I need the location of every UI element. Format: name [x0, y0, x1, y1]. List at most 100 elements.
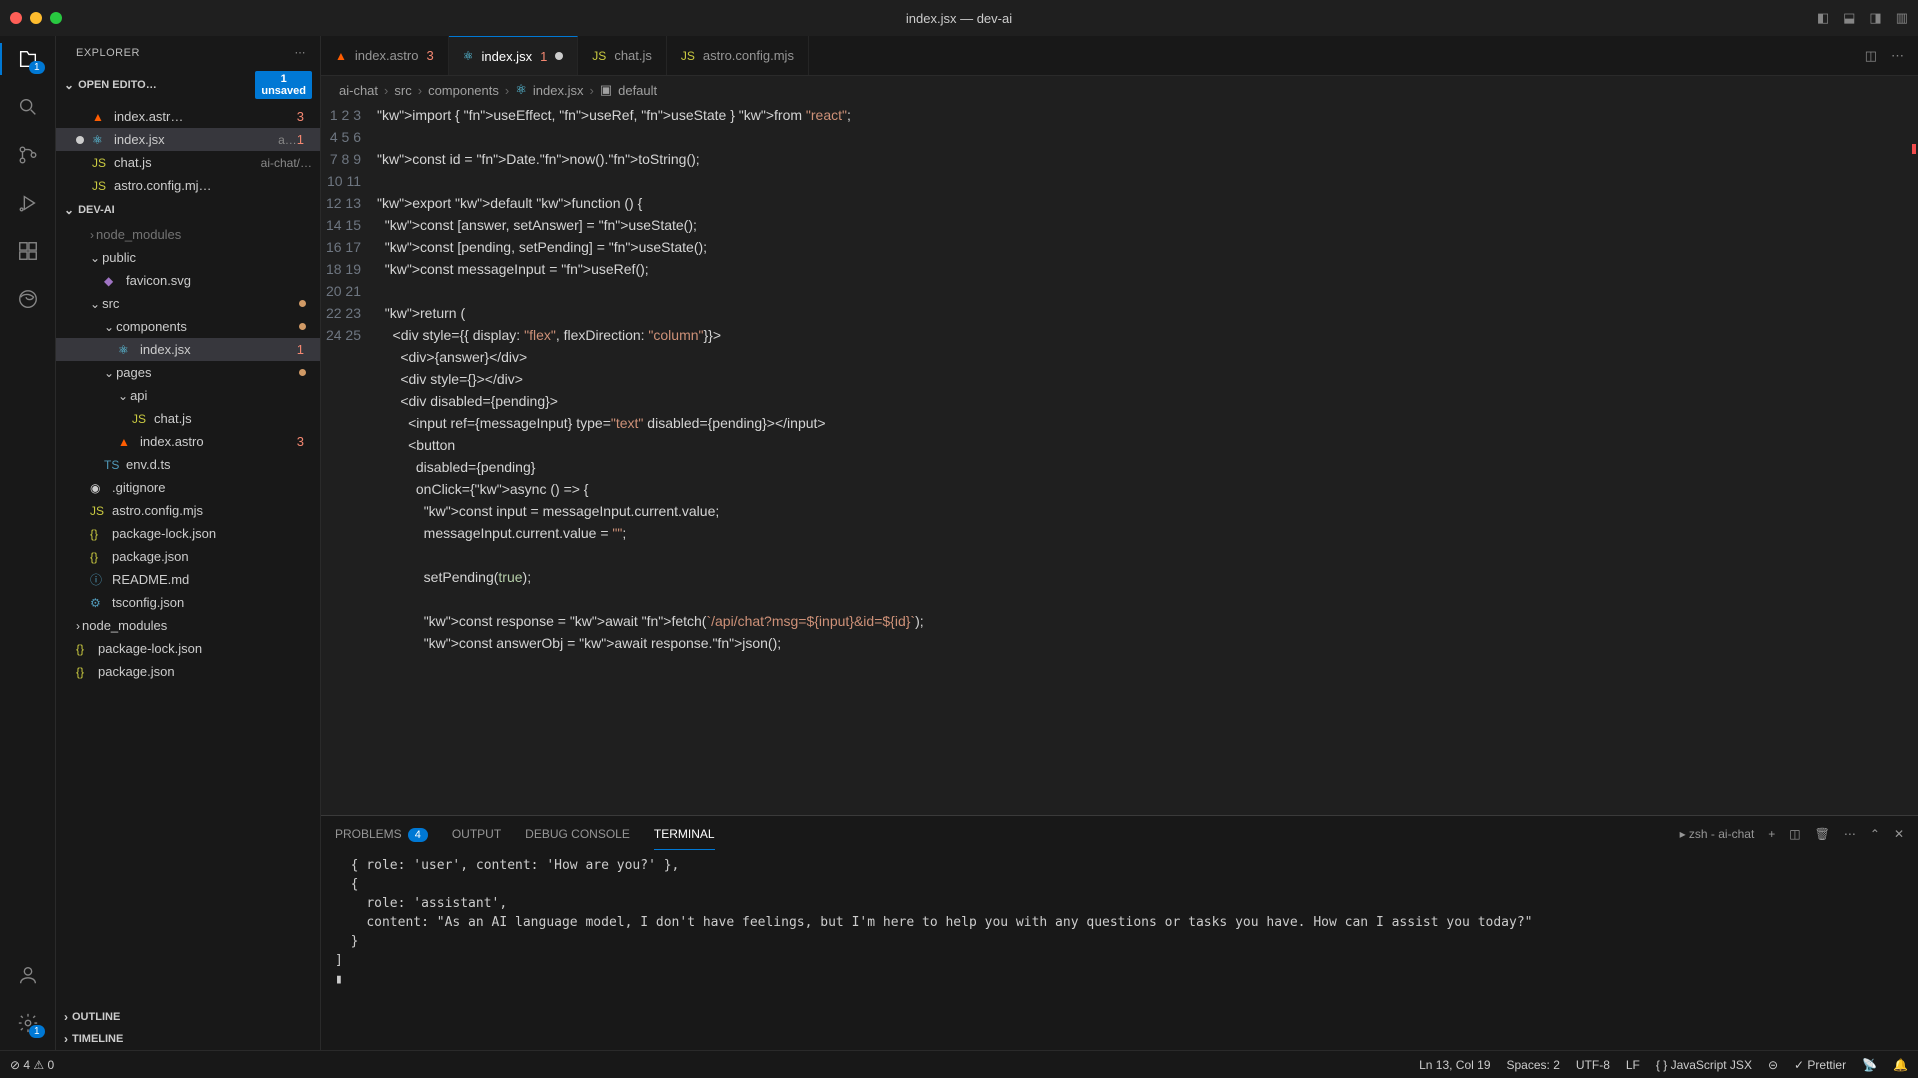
- file-item[interactable]: ◉.gitignore: [56, 476, 320, 499]
- open-editor-item[interactable]: JSchat.jsai-chat/…: [56, 151, 320, 174]
- prettier-status[interactable]: ✓ Prettier: [1794, 1058, 1846, 1072]
- language-mode[interactable]: { } JavaScript JSX: [1656, 1058, 1752, 1072]
- chevron-down-icon: ⌄: [64, 78, 74, 92]
- folder-item[interactable]: ⌄api: [56, 384, 320, 407]
- file-item[interactable]: {}package-lock.json: [56, 637, 320, 660]
- code-content[interactable]: "kw">import { "fn">useEffect, "fn">useRe…: [377, 104, 1910, 815]
- toggle-panel-right-icon[interactable]: ◨: [1869, 10, 1881, 26]
- file-item[interactable]: ◆favicon.svg: [56, 269, 320, 292]
- feedback-icon[interactable]: 📡: [1862, 1058, 1877, 1072]
- new-terminal-icon[interactable]: +: [1768, 827, 1775, 841]
- maximize-panel-icon[interactable]: ⌃: [1870, 827, 1880, 841]
- terminal-select[interactable]: ▸ zsh - ai-chat: [1680, 827, 1755, 841]
- file-item[interactable]: ▲index.astro3: [56, 430, 320, 453]
- file-item[interactable]: ⓘREADME.md: [56, 568, 320, 591]
- explorer-more-icon[interactable]: ⋯: [295, 46, 307, 59]
- status-bar: ⊘ 4 ⚠ 0 Ln 13, Col 19 Spaces: 2 UTF-8 LF…: [0, 1050, 1918, 1078]
- outline-section[interactable]: ›OUTLINE: [56, 1006, 320, 1028]
- outline-label: OUTLINE: [72, 1011, 120, 1023]
- error-marker-icon: [1912, 144, 1916, 154]
- bell-icon[interactable]: 🔔: [1893, 1058, 1908, 1072]
- panel-tab-terminal[interactable]: TERMINAL: [654, 819, 715, 850]
- file-item[interactable]: TSenv.d.ts: [56, 453, 320, 476]
- run-debug-icon[interactable]: [15, 190, 41, 216]
- titlebar: index.jsx — dev-ai ◧ ⬓ ◨ ▥: [0, 0, 1918, 36]
- folder-item[interactable]: ›node_modules: [56, 614, 320, 637]
- panel-tab-debug[interactable]: DEBUG CONSOLE: [525, 819, 630, 849]
- editor-group: ▲index.astro3 ⚛index.jsx1 JSchat.js JSas…: [321, 36, 1918, 1050]
- file-tree: ›node_modules ⌄public ◆favicon.svg ⌄src …: [56, 221, 320, 685]
- file-item[interactable]: ⚛index.jsx1: [56, 338, 320, 361]
- unsaved-badge: 1unsaved: [255, 71, 312, 99]
- open-editor-item[interactable]: JSastro.config.mj…: [56, 174, 320, 197]
- code-editor[interactable]: 1 2 3 4 5 6 7 8 9 10 11 12 13 14 15 16 1…: [321, 104, 1918, 815]
- toggle-panel-bottom-icon[interactable]: ⬓: [1843, 10, 1855, 26]
- explorer-badge: 1: [29, 61, 45, 74]
- window-controls: [10, 12, 62, 24]
- tab-chat-js[interactable]: JSchat.js: [578, 36, 667, 75]
- extensions-icon[interactable]: [15, 238, 41, 264]
- more-icon[interactable]: ⋯: [1891, 48, 1904, 64]
- json-icon: {}: [90, 550, 108, 564]
- tab-astro-config[interactable]: JSastro.config.mjs: [667, 36, 809, 75]
- source-control-icon[interactable]: [15, 142, 41, 168]
- project-section[interactable]: ⌄ DEV-AI: [56, 199, 320, 221]
- svg-icon: ◆: [104, 274, 122, 288]
- split-editor-icon[interactable]: ◫: [1865, 48, 1877, 64]
- folder-item[interactable]: ›node_modules: [56, 223, 320, 246]
- search-icon[interactable]: [15, 94, 41, 120]
- js-icon: JS: [592, 49, 606, 63]
- modified-dot-icon: [76, 136, 84, 144]
- more-icon[interactable]: ⋯: [1844, 827, 1856, 841]
- toggle-panel-left-icon[interactable]: ◧: [1817, 10, 1829, 26]
- copilot-icon[interactable]: ⊝: [1768, 1058, 1778, 1072]
- error-count[interactable]: ⊘ 4 ⚠ 0: [10, 1058, 54, 1072]
- settings-gear-icon[interactable]: 1: [15, 1010, 41, 1036]
- eol[interactable]: LF: [1626, 1058, 1640, 1072]
- json-icon: {}: [76, 665, 94, 679]
- file-item[interactable]: {}package.json: [56, 660, 320, 683]
- file-item[interactable]: {}package-lock.json: [56, 522, 320, 545]
- folder-item[interactable]: ⌄public: [56, 246, 320, 269]
- maximize-icon[interactable]: [50, 12, 62, 24]
- edge-icon[interactable]: [15, 286, 41, 312]
- open-editor-item[interactable]: ⚛index.jsxa…1: [56, 128, 320, 151]
- json-icon: {}: [76, 642, 94, 656]
- minimize-icon[interactable]: [30, 12, 42, 24]
- cursor-position[interactable]: Ln 13, Col 19: [1419, 1058, 1490, 1072]
- split-terminal-icon[interactable]: ◫: [1789, 827, 1800, 841]
- explorer-title: EXPLORER: [76, 47, 140, 59]
- open-editors-section[interactable]: ⌄ OPEN EDITO… 1unsaved: [56, 67, 320, 103]
- tsconfig-icon: ⚙: [90, 596, 108, 610]
- file-item[interactable]: JSchat.js: [56, 407, 320, 430]
- layout-controls: ◧ ⬓ ◨ ▥: [1817, 10, 1908, 26]
- open-editors-list: ▲index.astr…3 ⚛index.jsxa…1 JSchat.jsai-…: [56, 103, 320, 199]
- js-icon: JS: [90, 504, 108, 518]
- folder-item[interactable]: ⌄src: [56, 292, 320, 315]
- explorer-icon[interactable]: 1: [15, 46, 41, 72]
- account-icon[interactable]: [15, 962, 41, 988]
- close-panel-icon[interactable]: ✕: [1894, 827, 1904, 841]
- file-item[interactable]: {}package.json: [56, 545, 320, 568]
- panel-tab-output[interactable]: OUTPUT: [452, 819, 501, 849]
- folder-item[interactable]: ⌄components: [56, 315, 320, 338]
- sidebar: EXPLORER ⋯ ⌄ OPEN EDITO… 1unsaved ▲index…: [56, 36, 321, 1050]
- file-item[interactable]: JSastro.config.mjs: [56, 499, 320, 522]
- indentation[interactable]: Spaces: 2: [1507, 1058, 1560, 1072]
- tab-index-astro[interactable]: ▲index.astro3: [321, 36, 449, 75]
- folder-item[interactable]: ⌄pages: [56, 361, 320, 384]
- terminal-output[interactable]: { role: 'user', content: 'How are you?' …: [321, 852, 1918, 1050]
- tab-index-jsx[interactable]: ⚛index.jsx1: [449, 36, 579, 75]
- file-item[interactable]: ⚙tsconfig.json: [56, 591, 320, 614]
- js-icon: JS: [132, 412, 150, 426]
- customize-layout-icon[interactable]: ▥: [1896, 10, 1908, 26]
- js-icon: JS: [92, 156, 110, 170]
- encoding[interactable]: UTF-8: [1576, 1058, 1610, 1072]
- open-editor-item[interactable]: ▲index.astr…3: [56, 105, 320, 128]
- minimap[interactable]: [1910, 104, 1918, 815]
- breadcrumb[interactable]: ai-chat› src› components› ⚛index.jsx› ▣d…: [321, 76, 1918, 104]
- kill-terminal-icon[interactable]: 🗑: [1815, 827, 1830, 841]
- close-icon[interactable]: [10, 12, 22, 24]
- panel-tab-problems[interactable]: PROBLEMS4: [335, 819, 428, 849]
- timeline-section[interactable]: ›TIMELINE: [56, 1028, 320, 1050]
